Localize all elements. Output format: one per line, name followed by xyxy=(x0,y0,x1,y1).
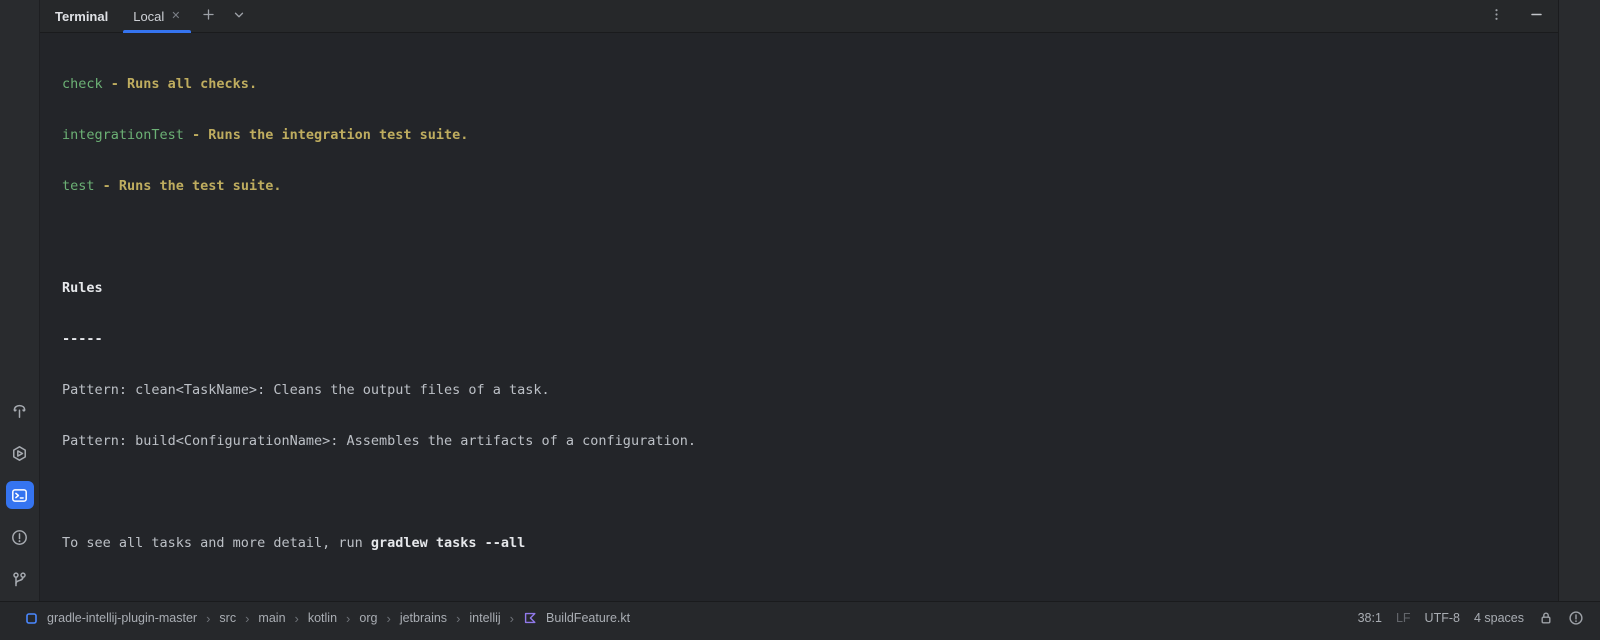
breadcrumb-separator-icon: › xyxy=(456,610,461,626)
line-ending-widget[interactable]: LF xyxy=(1396,611,1411,625)
plus-icon xyxy=(201,7,216,25)
terminal-tool-button[interactable] xyxy=(5,481,34,509)
breadcrumb-separator-icon: › xyxy=(206,610,211,626)
terminal-output-line: Pattern: build<ConfigurationName>: Assem… xyxy=(62,433,696,449)
breadcrumb-item-src[interactable]: src xyxy=(219,611,236,625)
terminal-panel: Terminal Local ✕ check - Runs all checks… xyxy=(40,0,1558,601)
breadcrumb-item-org[interactable]: org xyxy=(359,611,377,625)
breadcrumb-item-jetbrains[interactable]: jetbrains xyxy=(400,611,447,625)
new-tab-button[interactable] xyxy=(197,4,221,28)
breadcrumb: gradle-intellij-plugin-master › src › ma… xyxy=(25,611,630,626)
right-toolwindow-stripe xyxy=(1558,0,1600,601)
project-icon xyxy=(25,612,38,625)
ide-window: Terminal Local ✕ check - Runs all checks… xyxy=(0,0,1600,640)
status-bar: gradle-intellij-plugin-master › src › ma… xyxy=(0,601,1600,640)
caret-position-widget[interactable]: 38:1 xyxy=(1358,611,1382,625)
breadcrumb-item-project[interactable]: gradle-intellij-plugin-master xyxy=(47,611,197,625)
terminal-output-line: Pattern: clean<TaskName>: Cleans the out… xyxy=(62,382,550,398)
problems-icon xyxy=(11,529,28,546)
terminal-output-line: integrationTest - Runs the integration t… xyxy=(62,127,469,143)
version-control-tool-button[interactable] xyxy=(6,565,34,593)
breadcrumb-item-intellij[interactable]: intellij xyxy=(469,611,500,625)
indent-widget[interactable]: 4 spaces xyxy=(1474,611,1524,625)
breadcrumb-separator-icon: › xyxy=(346,610,351,626)
kotlin-file-icon xyxy=(523,611,537,625)
breadcrumb-separator-icon: › xyxy=(386,610,391,626)
breadcrumb-item-file[interactable]: BuildFeature.kt xyxy=(546,611,630,625)
build-tool-button[interactable] xyxy=(6,397,34,425)
left-toolwindow-stripe xyxy=(0,0,40,601)
chevron-down-icon xyxy=(232,8,246,25)
terminal-output-line: test - Runs the test suite. xyxy=(62,178,282,194)
minimize-icon xyxy=(1529,7,1544,25)
tab-local-label: Local xyxy=(133,8,165,24)
kebab-menu-icon xyxy=(1489,7,1504,25)
terminal-output-line: To see all tasks and more detail, run gr… xyxy=(62,535,526,551)
version-control-branch-icon xyxy=(11,571,28,588)
minimize-button[interactable] xyxy=(1524,4,1548,28)
rules-underline: ----- xyxy=(62,331,103,347)
tab-list-dropdown-button[interactable] xyxy=(227,4,251,28)
lock-icon[interactable] xyxy=(1538,610,1554,626)
breadcrumb-separator-icon: › xyxy=(294,610,299,626)
encoding-widget[interactable]: UTF-8 xyxy=(1425,611,1460,625)
terminal-icon xyxy=(11,487,28,504)
close-tab-icon[interactable]: ✕ xyxy=(171,10,180,22)
problems-tool-button[interactable] xyxy=(6,523,34,551)
tab-local[interactable]: Local ✕ xyxy=(123,0,191,33)
alert-circle-icon[interactable] xyxy=(1568,610,1584,626)
terminal-output-line: check - Runs all checks. xyxy=(62,76,258,92)
services-run-icon xyxy=(11,445,28,462)
rules-heading: Rules xyxy=(62,280,103,296)
services-tool-button[interactable] xyxy=(6,439,34,467)
more-options-button[interactable] xyxy=(1484,4,1508,28)
terminal-header: Terminal Local ✕ xyxy=(40,0,1558,33)
terminal-output[interactable]: check - Runs all checks. integrationTest… xyxy=(40,33,1558,601)
build-hammer-icon xyxy=(11,403,28,420)
panel-title: Terminal xyxy=(55,8,109,24)
breadcrumb-item-kotlin[interactable]: kotlin xyxy=(308,611,337,625)
breadcrumb-separator-icon: › xyxy=(509,610,515,626)
breadcrumb-item-main[interactable]: main xyxy=(258,611,285,625)
breadcrumb-separator-icon: › xyxy=(245,610,250,626)
